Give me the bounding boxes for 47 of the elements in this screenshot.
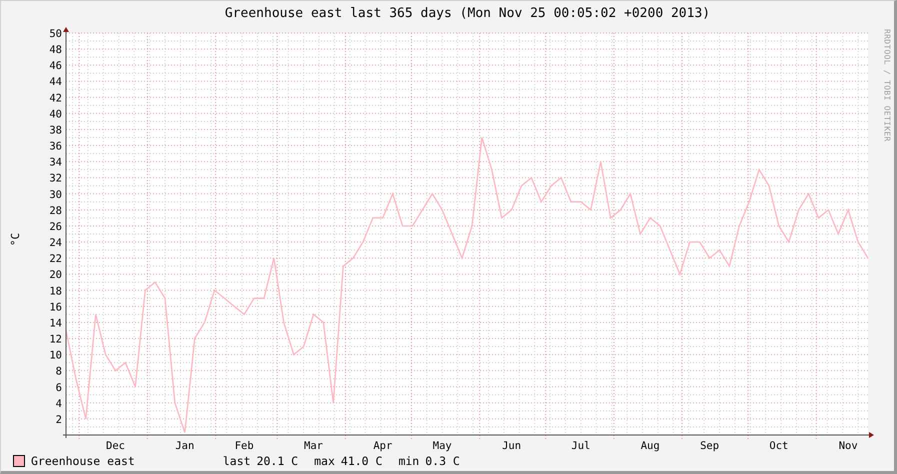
y-tick-label: 12: [49, 334, 62, 346]
x-tick-label: Aug: [640, 440, 660, 452]
x-tick-label: Apr: [373, 440, 392, 452]
stat-value: 41.0 C: [340, 454, 382, 468]
y-tick-label: 14: [49, 317, 62, 330]
y-tick-label: 18: [49, 285, 62, 298]
y-tick-label: 4: [56, 398, 62, 410]
y-tick-label: 30: [49, 188, 62, 201]
legend-label: Greenhouse east: [31, 454, 135, 468]
y-tick-label: 46: [49, 60, 62, 72]
x-tick-label: Mar: [304, 440, 324, 452]
x-tick-label: Jul: [571, 440, 590, 452]
credit-text: RRDTOOL / TOBI OETIKER: [882, 29, 892, 142]
stat-value: 20.1 C: [256, 454, 298, 468]
y-tick-label: 50: [49, 28, 62, 40]
x-tick-label: May: [432, 440, 452, 452]
stat-label: max: [314, 454, 335, 468]
y-tick-label: 32: [49, 172, 62, 185]
stat-label: min: [398, 454, 420, 468]
y-tick-label: 16: [49, 301, 62, 314]
x-tick-label: Jan: [175, 440, 194, 452]
x-tick-label: Feb: [234, 440, 254, 452]
y-tick-label: 26: [49, 220, 62, 233]
chart-title: Greenhouse east last 365 days (Mon Nov 25 00:05:02 +0200 2013): [224, 6, 710, 20]
y-tick-label: 44: [49, 76, 62, 88]
stat-label: last: [222, 454, 251, 468]
y-tick-label: 8: [56, 366, 62, 378]
x-tick-label: Dec: [106, 440, 125, 452]
y-tick-label: 38: [49, 124, 62, 136]
y-tick-label: 36: [49, 140, 62, 153]
y-tick-label: 48: [49, 44, 62, 56]
x-tick-label: Oct: [769, 440, 788, 452]
y-tick-label: 34: [49, 156, 62, 169]
y-tick-label: 28: [49, 204, 62, 217]
y-tick-label: 2: [56, 414, 62, 426]
y-tick-label: 6: [56, 382, 62, 394]
y-tick-label: 40: [49, 108, 62, 120]
stat-value: 0.3 C: [425, 454, 460, 468]
y-tick-label: 42: [49, 92, 62, 104]
y-axis-label: °C: [9, 232, 22, 246]
x-tick-label: Sep: [700, 440, 720, 452]
x-tick-label: Jun: [502, 440, 522, 452]
y-tick-label: 10: [49, 350, 62, 362]
y-tick-label: 22: [49, 253, 62, 266]
y-tick-label: 24: [49, 237, 62, 250]
y-tick-label: 20: [49, 269, 62, 282]
x-tick-label: Nov: [838, 440, 858, 452]
